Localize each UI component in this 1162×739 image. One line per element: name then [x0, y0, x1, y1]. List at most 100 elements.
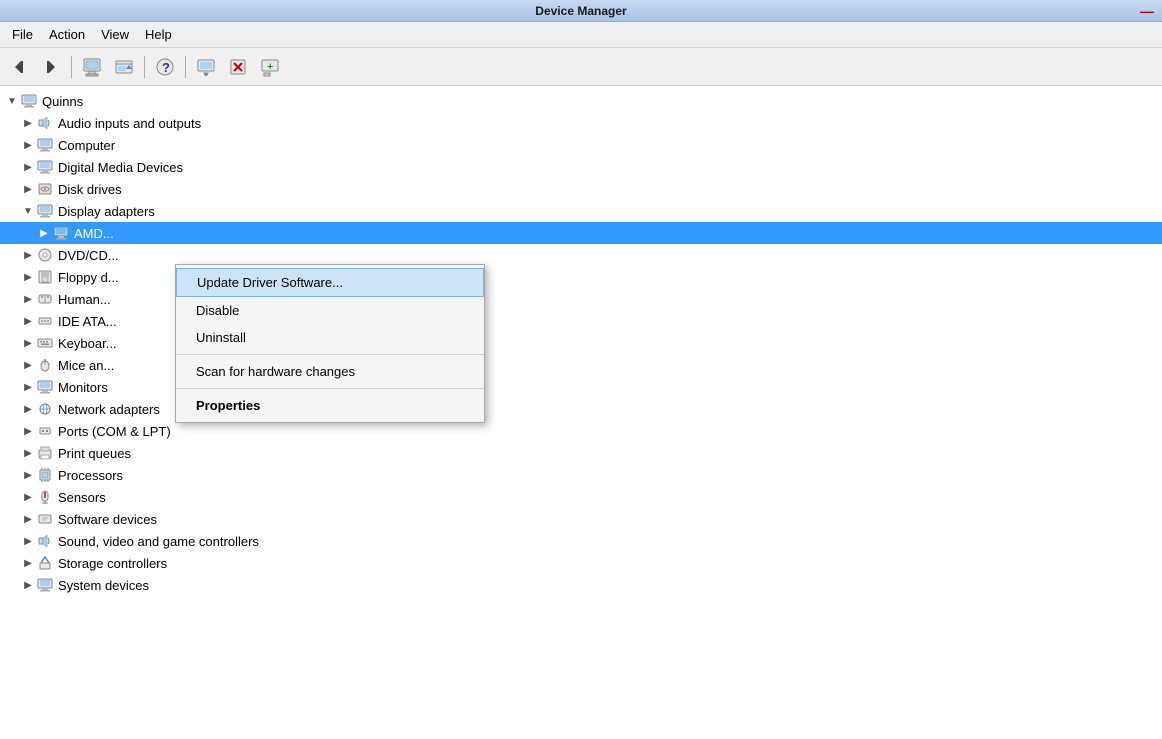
ide-icon: [36, 312, 54, 330]
context-menu: Update Driver Software... Disable Uninst…: [175, 264, 485, 423]
expand-system-icon[interactable]: ▶: [20, 577, 36, 593]
tree-item-digital-media[interactable]: ▶ Digital Media Devices: [0, 156, 1162, 178]
svg-text:+: +: [267, 61, 273, 73]
back-button[interactable]: [4, 53, 34, 81]
toolbar-separator-2: [144, 56, 145, 78]
tree-item-sensors[interactable]: ▶ Sensors: [0, 486, 1162, 508]
keyboard-label: Keyboar...: [58, 336, 117, 351]
tree-item-processors[interactable]: ▶ Processors: [0, 464, 1162, 486]
expand-hid-icon[interactable]: ▶: [20, 291, 36, 307]
expand-amd-icon[interactable]: ▶: [36, 225, 52, 241]
expand-network-icon[interactable]: ▶: [20, 401, 36, 417]
software-icon: [36, 510, 54, 528]
sensors-label: Sensors: [58, 490, 106, 505]
expand-digitalmedia-icon[interactable]: ▶: [20, 159, 36, 175]
forward-button[interactable]: [36, 53, 66, 81]
tree-item-software[interactable]: ▶ Software devices: [0, 508, 1162, 530]
main-content[interactable]: ▼ Quinns ▶ Audio inputs and outputs ▶ Co…: [0, 86, 1162, 739]
scan-button[interactable]: [191, 53, 221, 81]
audio-icon: [36, 114, 54, 132]
digitalmedia-icon: [36, 158, 54, 176]
tree-item-storage[interactable]: ▶ Storage controllers: [0, 552, 1162, 574]
expand-storage-icon[interactable]: ▶: [20, 555, 36, 571]
tree-item-system[interactable]: ▶ System devices: [0, 574, 1162, 596]
display-label: Display adapters: [58, 204, 155, 219]
tree-root[interactable]: ▼ Quinns: [0, 90, 1162, 112]
sound-label: Sound, video and game controllers: [58, 534, 259, 549]
network-label: Network adapters: [58, 402, 160, 417]
floppy-label: Floppy d...: [58, 270, 119, 285]
tree-item-print[interactable]: ▶ Print queues: [0, 442, 1162, 464]
ctx-properties[interactable]: Properties: [176, 392, 484, 419]
computer-icon2: [36, 136, 54, 154]
tree-item-display[interactable]: ▼ Display adapters: [0, 200, 1162, 222]
computer-label: Computer: [58, 138, 115, 153]
add-button[interactable]: +: [255, 53, 285, 81]
system-label: System devices: [58, 578, 149, 593]
tree-item-ports[interactable]: ▶ Ports (COM & LPT): [0, 420, 1162, 442]
expand-processors-icon[interactable]: ▶: [20, 467, 36, 483]
expand-software-icon[interactable]: ▶: [20, 511, 36, 527]
menu-help[interactable]: Help: [137, 25, 180, 44]
digitalmedia-label: Digital Media Devices: [58, 160, 183, 175]
ctx-update-driver[interactable]: Update Driver Software...: [176, 268, 484, 297]
print-label: Print queues: [58, 446, 131, 461]
uninstall-button[interactable]: [223, 53, 253, 81]
tree-item-computer[interactable]: ▶ Computer: [0, 134, 1162, 156]
storage-icon: [36, 554, 54, 572]
monitors-icon: [36, 378, 54, 396]
expand-ide-icon[interactable]: ▶: [20, 313, 36, 329]
collapse-root-icon[interactable]: ▼: [4, 93, 20, 109]
expand-computer-icon[interactable]: ▶: [20, 137, 36, 153]
ctx-uninstall[interactable]: Uninstall: [176, 324, 484, 351]
tree-item-disk[interactable]: ▶ Disk drives: [0, 178, 1162, 200]
mice-icon: [36, 356, 54, 374]
expand-ports-icon[interactable]: ▶: [20, 423, 36, 439]
menu-file[interactable]: File: [4, 25, 41, 44]
toolbar-separator-1: [71, 56, 72, 78]
expand-mice-icon[interactable]: ▶: [20, 357, 36, 373]
network-icon: [36, 400, 54, 418]
tree-item-sound[interactable]: ▶ Sound, video and game controllers: [0, 530, 1162, 552]
ports-label: Ports (COM & LPT): [58, 424, 171, 439]
tree-item-amd[interactable]: ▶ AMD...: [0, 222, 1162, 244]
amd-icon: [52, 224, 70, 242]
expand-audio-icon[interactable]: ▶: [20, 115, 36, 131]
monitors-label: Monitors: [58, 380, 108, 395]
audio-label: Audio inputs and outputs: [58, 116, 201, 131]
floppy-icon: [36, 268, 54, 286]
tree-item-audio[interactable]: ▶ Audio inputs and outputs: [0, 112, 1162, 134]
expand-print-icon[interactable]: ▶: [20, 445, 36, 461]
hid-icon: [36, 290, 54, 308]
menu-view[interactable]: View: [93, 25, 137, 44]
disk-icon: [36, 180, 54, 198]
menu-action[interactable]: Action: [41, 25, 93, 44]
ctx-separator-1: [176, 354, 484, 355]
expand-monitors-icon[interactable]: ▶: [20, 379, 36, 395]
tree-item-dvd[interactable]: ▶ DVD/CD...: [0, 244, 1162, 266]
disk-label: Disk drives: [58, 182, 122, 197]
svg-text:?: ?: [162, 60, 170, 75]
hid-label: Human...: [58, 292, 111, 307]
properties-button[interactable]: [77, 53, 107, 81]
mice-label: Mice an...: [58, 358, 114, 373]
ctx-scan[interactable]: Scan for hardware changes: [176, 358, 484, 385]
ide-label: IDE ATA...: [58, 314, 117, 329]
computer-icon: [20, 92, 38, 110]
expand-disk-icon[interactable]: ▶: [20, 181, 36, 197]
expand-dvd-icon[interactable]: ▶: [20, 247, 36, 263]
ctx-disable[interactable]: Disable: [176, 297, 484, 324]
expand-sensors-icon[interactable]: ▶: [20, 489, 36, 505]
dvd-label: DVD/CD...: [58, 248, 119, 263]
update-driver-button[interactable]: [109, 53, 139, 81]
expand-sound-icon[interactable]: ▶: [20, 533, 36, 549]
processors-icon: [36, 466, 54, 484]
collapse-display-icon[interactable]: ▼: [20, 203, 36, 219]
expand-floppy-icon[interactable]: ▶: [20, 269, 36, 285]
storage-label: Storage controllers: [58, 556, 167, 571]
ports-icon: [36, 422, 54, 440]
close-button[interactable]: —: [1140, 3, 1154, 19]
help-button[interactable]: ?: [150, 53, 180, 81]
expand-keyboard-icon[interactable]: ▶: [20, 335, 36, 351]
amd-label: AMD...: [74, 226, 114, 241]
